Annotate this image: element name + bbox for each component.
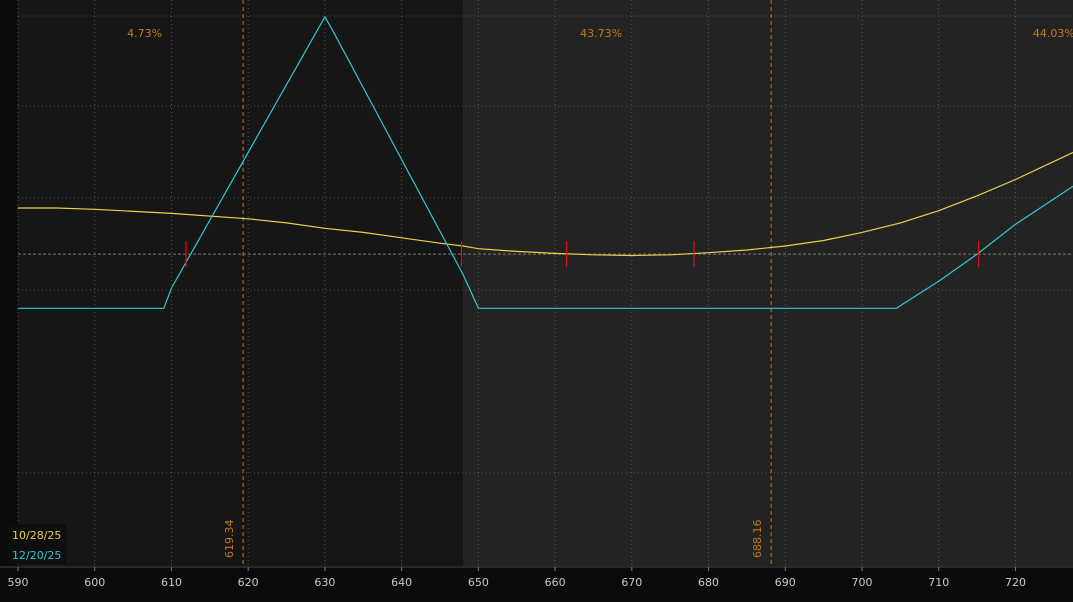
x-tick-label: 650 bbox=[468, 576, 489, 589]
x-tick-label: 620 bbox=[238, 576, 259, 589]
x-tick-label: 680 bbox=[698, 576, 719, 589]
marker-line-label: 619.34 bbox=[223, 520, 236, 559]
x-tick-label: 640 bbox=[391, 576, 412, 589]
marker-line-label: 688.16 bbox=[751, 520, 764, 559]
chart-svg: 619.34 688.16 590 600 610 620 630 640 650 660 670… bbox=[0, 0, 1073, 598]
x-tick-label: 590 bbox=[8, 576, 29, 589]
x-tick-label: 710 bbox=[928, 576, 949, 589]
x-tick-label: 660 bbox=[545, 576, 566, 589]
zone-percent-label: 4.73% bbox=[127, 27, 162, 40]
zone-percent-label: 44.03% bbox=[1033, 27, 1073, 40]
x-tick-label: 630 bbox=[314, 576, 335, 589]
zone-right bbox=[463, 0, 1073, 566]
risk-profile-chart: 619.34 688.16 590 600 610 620 630 640 650 660 670… bbox=[0, 0, 1073, 598]
x-tick-label: 670 bbox=[621, 576, 642, 589]
x-tick-label: 720 bbox=[1005, 576, 1026, 589]
x-tick-label: 610 bbox=[161, 576, 182, 589]
zone-left bbox=[18, 0, 464, 566]
x-tick-label: 690 bbox=[775, 576, 796, 589]
legend-entry: 12/20/25 bbox=[12, 549, 61, 562]
zone-percent-label: 43.73% bbox=[580, 27, 622, 40]
legend-entry: 10/28/25 bbox=[12, 529, 61, 542]
x-tick-label: 700 bbox=[852, 576, 873, 589]
x-tick-label: 600 bbox=[84, 576, 105, 589]
